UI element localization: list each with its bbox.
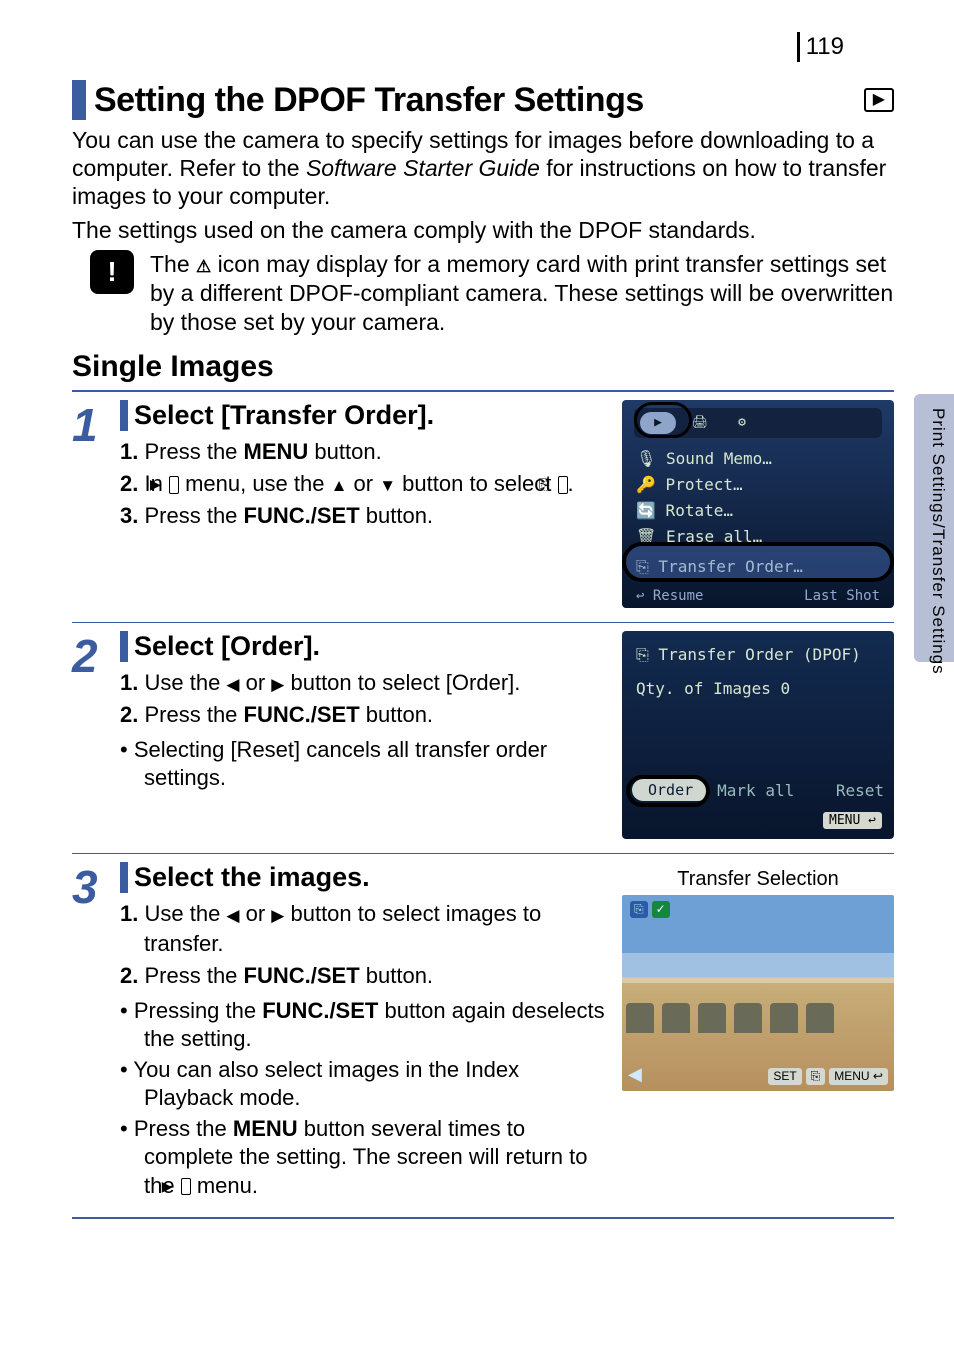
lcd1-item-rotate: 🔄 Rotate… — [636, 498, 880, 524]
section-tab-label: Print Settings/Transfer Settings — [928, 408, 948, 675]
step-2-line-2: 2. Press the FUNC./SET button. — [120, 700, 608, 730]
lcd1-item-protect: 🔑 Protect… — [636, 472, 880, 498]
lcd1-tab-setup: ⚙ — [724, 412, 760, 434]
heading-accent-bar — [72, 80, 86, 120]
lcd3-transfer-icon: ⎘ — [630, 901, 648, 918]
playback-menu-icon: ▶ — [169, 476, 179, 493]
lcd2-mark-all: Mark all — [717, 781, 794, 800]
lcd3-menu-chip: MENU ↩ — [829, 1068, 888, 1085]
page-number: 119 — [797, 32, 844, 62]
caution-icon — [90, 250, 134, 294]
playback-mode-icon: ▶ — [864, 88, 894, 112]
step-3: 3 Select the images. 1. Use the ◀ or ▶ b… — [72, 853, 894, 1216]
lcd1-footer-resume: ↩ Resume — [636, 588, 703, 604]
step-number-3: 3 — [72, 862, 120, 1202]
step-3-bullet-3: Press the MENU button several times to c… — [120, 1115, 608, 1201]
step-3-title: Select the images. — [134, 862, 370, 893]
step-3-line-1: 1. Use the ◀ or ▶ button to select image… — [120, 899, 608, 958]
lcd1-selection-highlight — [622, 542, 894, 582]
lcd2-title: ⎘ Transfer Order (DPOF) — [636, 645, 861, 665]
step-2-line-1: 1. Use the ◀ or ▶ button to select [Orde… — [120, 668, 608, 698]
step-3-bullet-2: You can also select images in the Index … — [120, 1056, 608, 1113]
camera-menu-screenshot: ▶ 🖨 ⚙ 🎙 Sound Memo… 🔑 Protect… 🔄 Rotate…… — [622, 400, 894, 608]
intro-paragraph-1: You can use the camera to specify settin… — [72, 126, 894, 210]
step-2: 2 Select [Order]. 1. Use the ◀ or ▶ butt… — [72, 622, 894, 853]
lcd2-menu-chip: MENU ↩ — [823, 812, 882, 829]
transfer-selection-label: Transfer Selection — [622, 868, 894, 891]
step-2-bullet-1: Selecting [Reset] cancels all transfer o… — [120, 736, 608, 793]
transfer-order-dpof-screenshot: ⎘ Transfer Order (DPOF) Qty. of Images 0… — [622, 631, 894, 839]
intro-paragraph-2: The settings used on the camera comply w… — [72, 216, 894, 244]
lcd3-set-chip: SET — [768, 1068, 801, 1085]
step-1-line-2: 2. In ▶ menu, use the ▲ or ▼ button to s… — [120, 469, 608, 499]
main-heading: Setting the DPOF Transfer Settings ▶ — [72, 80, 894, 120]
heading-text: Setting the DPOF Transfer Settings — [94, 81, 644, 120]
step-3-line-2: 2. Press the FUNC./SET button. — [120, 961, 608, 991]
lcd2-order-highlight — [626, 775, 710, 807]
subheading: Single Images — [72, 350, 894, 384]
transfer-order-icon: ⎘ — [558, 476, 568, 493]
step-1-line-1: 1. Press the MENU button. — [120, 437, 608, 467]
step-2-title: Select [Order]. — [134, 631, 320, 662]
lcd1-item-sound-memo: 🎙 Sound Memo… — [636, 446, 880, 472]
step-3-bullet-1: Pressing the FUNC./SET button again dese… — [120, 997, 608, 1054]
transfer-selection-screenshot: ⎘ ✓ ◀ SET ⎘ MENU ↩ — [622, 895, 894, 1091]
lcd1-footer-last-shot: Last Shot — [804, 588, 880, 604]
lcd3-xfer-chip: ⎘ — [806, 1068, 826, 1085]
lcd2-reset: Reset — [836, 781, 884, 800]
step-1-title: Select [Transfer Order]. — [134, 400, 434, 431]
step-number-1: 1 — [72, 400, 120, 608]
warning-block: The ⚠ icon may display for a memory card… — [72, 250, 894, 336]
step-1: 1 Select [Transfer Order]. 1. Press the … — [72, 392, 894, 622]
step-number-2: 2 — [72, 631, 120, 839]
lcd2-qty-images: Qty. of Images 0 — [636, 679, 790, 698]
lcd3-left-arrow-icon: ◀ — [628, 1064, 642, 1085]
warning-text: The ⚠ icon may display for a memory card… — [150, 250, 894, 336]
lcd3-check-icon: ✓ — [652, 901, 670, 918]
step-1-line-3: 3. Press the FUNC./SET button. — [120, 501, 608, 531]
